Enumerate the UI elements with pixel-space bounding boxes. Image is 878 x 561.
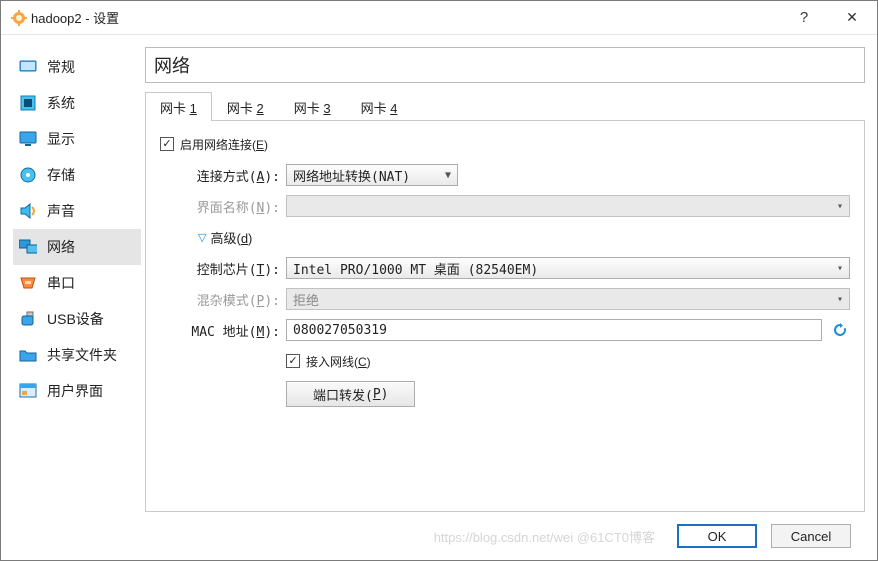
- sidebar-item-label: USB设备: [47, 309, 104, 329]
- cable-checkbox[interactable]: ✓: [286, 354, 300, 368]
- audio-icon: [19, 202, 37, 220]
- sidebar-item-audio[interactable]: 声音: [13, 193, 141, 229]
- triangle-down-icon: ▽: [198, 231, 206, 244]
- chip-combo[interactable]: Intel PRO/1000 MT 桌面 (82540EM)▾: [286, 257, 850, 279]
- portfwd-row: 端口转发(P): [160, 381, 850, 407]
- sidebar-item-label: 网络: [47, 237, 75, 257]
- enable-row: ✓ 启用网络连接(E): [160, 133, 850, 155]
- sidebar-item-serial[interactable]: 串口: [13, 265, 141, 301]
- sidebar-item-label: 常规: [47, 57, 75, 77]
- sidebar-item-label: 系统: [47, 93, 75, 113]
- advanced-toggle-row: ▽ 高级(d): [160, 226, 850, 248]
- sidebar-item-label: 用户界面: [47, 381, 103, 401]
- content: 网络 网卡 1 网卡 2 网卡 3 网卡 4 ✓ 启用网络连接(E) 连接方式(…: [141, 47, 865, 560]
- tab-adapter-4[interactable]: 网卡 4: [346, 92, 413, 121]
- tab-adapter-2[interactable]: 网卡 2: [212, 92, 279, 121]
- port-forward-button[interactable]: 端口转发(P): [286, 381, 415, 407]
- mac-label: MAC 地址(M):: [178, 321, 286, 340]
- page-title-box: 网络: [145, 47, 865, 83]
- chevron-down-icon: ▾: [837, 294, 843, 305]
- sidebar-item-label: 存储: [47, 165, 75, 185]
- attach-combo[interactable]: 网络地址转换(NAT)▼: [286, 164, 458, 186]
- promisc-label: 混杂模式(P):: [178, 290, 286, 309]
- app-icon: [11, 10, 27, 26]
- sidebar-item-display[interactable]: 显示: [13, 121, 141, 157]
- enable-label: 启用网络连接(E): [180, 136, 268, 153]
- cable-row: ✓ 接入网线(C): [160, 350, 850, 372]
- sidebar-item-label: 声音: [47, 201, 75, 221]
- tab-adapter-3[interactable]: 网卡 3: [279, 92, 346, 121]
- settings-window: hadoop2 - 设置 ? ✕ 常规 系统 显示 存储 声音: [0, 0, 878, 561]
- mac-input[interactable]: 080027050319: [286, 319, 822, 341]
- advanced-twisty[interactable]: ▽ 高级(d): [198, 228, 252, 247]
- system-icon: [19, 94, 37, 112]
- footer: https://blog.csdn.net/wei @61CT0博客 OK Ca…: [141, 512, 865, 560]
- chevron-down-icon: ▼: [445, 170, 451, 181]
- sidebar-item-ui[interactable]: 用户界面: [13, 373, 141, 409]
- check-mark-icon: ✓: [162, 139, 171, 150]
- ok-button[interactable]: OK: [677, 524, 757, 548]
- sidebar-item-label: 串口: [47, 273, 75, 293]
- sidebar-item-label: 共享文件夹: [47, 345, 117, 365]
- sidebar-item-usb[interactable]: USB设备: [13, 301, 141, 337]
- network-icon: [19, 238, 37, 256]
- tab-adapter-1[interactable]: 网卡 1: [145, 92, 212, 121]
- help-button[interactable]: ?: [781, 3, 827, 33]
- storage-icon: [19, 166, 37, 184]
- chip-row: 控制芯片(T): Intel PRO/1000 MT 桌面 (82540EM)▾: [160, 257, 850, 279]
- sidebar-item-system[interactable]: 系统: [13, 85, 141, 121]
- serial-icon: [19, 274, 37, 292]
- usb-icon: [19, 310, 37, 328]
- chip-label: 控制芯片(T):: [178, 259, 286, 278]
- close-button[interactable]: ✕: [829, 3, 875, 33]
- page-title: 网络: [154, 52, 856, 78]
- sidebar-item-general[interactable]: 常规: [13, 49, 141, 85]
- attach-row: 连接方式(A): 网络地址转换(NAT)▼: [160, 164, 850, 186]
- ifname-row: 界面名称(N): ▾: [160, 195, 850, 217]
- sidebar-item-network[interactable]: 网络: [13, 229, 141, 265]
- display-icon: [19, 130, 37, 148]
- watermark: https://blog.csdn.net/wei @61CT0博客: [141, 527, 663, 546]
- titlebar: hadoop2 - 设置 ? ✕: [1, 1, 877, 35]
- ifname-label: 界面名称(N):: [178, 197, 286, 216]
- mac-refresh-button[interactable]: [830, 320, 850, 340]
- sidebar-item-shared[interactable]: 共享文件夹: [13, 337, 141, 373]
- sidebar-item-label: 显示: [47, 129, 75, 149]
- window-title: hadoop2 - 设置: [27, 8, 779, 27]
- chevron-down-icon: ▾: [837, 263, 843, 274]
- enable-checkbox[interactable]: ✓: [160, 137, 174, 151]
- ifname-combo: ▾: [286, 195, 850, 217]
- general-icon: [19, 58, 37, 76]
- promisc-row: 混杂模式(P): 拒绝▾: [160, 288, 850, 310]
- promisc-combo: 拒绝▾: [286, 288, 850, 310]
- mac-row: MAC 地址(M): 080027050319: [160, 319, 850, 341]
- refresh-icon: [832, 322, 848, 338]
- adapter-tabs: 网卡 1 网卡 2 网卡 3 网卡 4: [145, 91, 865, 121]
- attach-label: 连接方式(A):: [178, 166, 286, 185]
- ui-icon: [19, 382, 37, 400]
- chevron-down-icon: ▾: [837, 201, 843, 212]
- check-mark-icon: ✓: [288, 356, 297, 367]
- sidebar: 常规 系统 显示 存储 声音 网络: [1, 47, 141, 560]
- folder-icon: [19, 346, 37, 364]
- adapter-panel: ✓ 启用网络连接(E) 连接方式(A): 网络地址转换(NAT)▼ 界面名称(N…: [145, 121, 865, 512]
- body: 常规 系统 显示 存储 声音 网络: [1, 35, 877, 560]
- cable-label: 接入网线(C): [306, 353, 371, 370]
- cancel-button[interactable]: Cancel: [771, 524, 851, 548]
- sidebar-item-storage[interactable]: 存储: [13, 157, 141, 193]
